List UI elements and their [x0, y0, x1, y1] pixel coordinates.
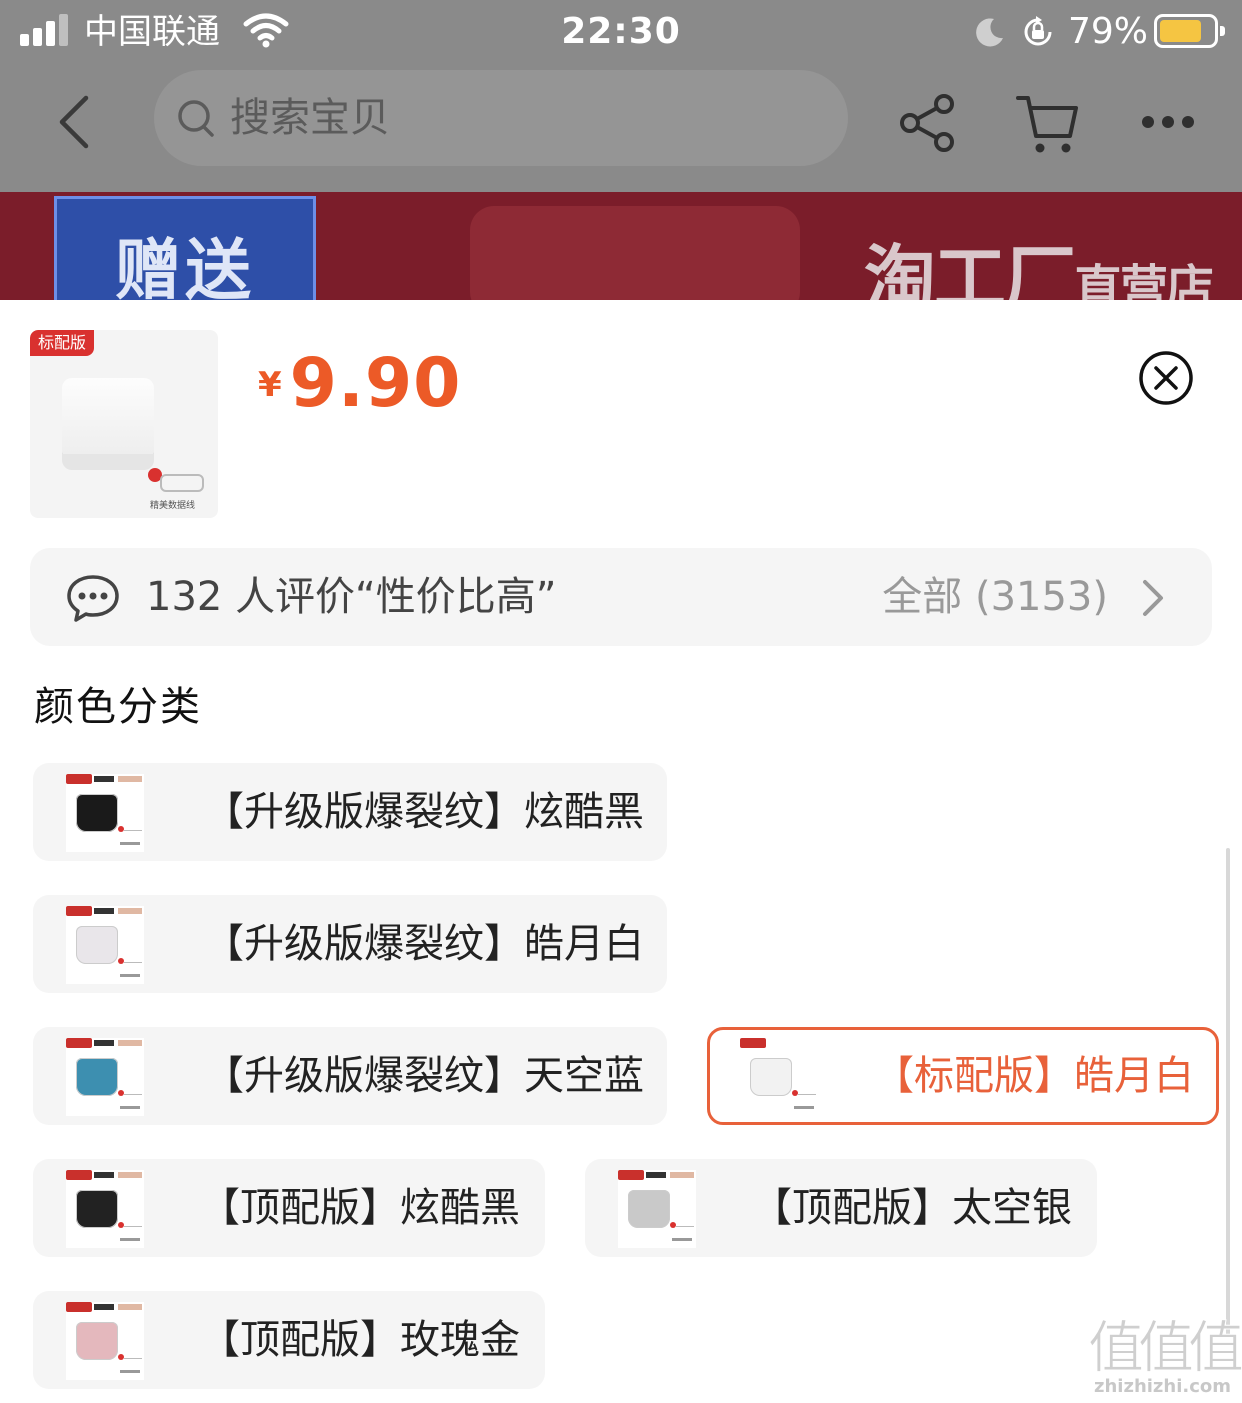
sku-option-label: 【顶配版】玫瑰金: [200, 1317, 520, 1363]
currency-symbol: ¥: [258, 365, 282, 405]
sku-option-image: [66, 1038, 144, 1116]
sku-option-selected[interactable]: 【标配版】皓月白: [707, 1027, 1219, 1125]
scrollbar[interactable]: [1226, 848, 1230, 1338]
sku-option-label: 【升级版爆裂纹】皓月白: [204, 921, 644, 967]
search-input[interactable]: [230, 86, 790, 150]
sku-option-label: 【升级版爆裂纹】炫酷黑: [204, 789, 644, 835]
sku-option[interactable]: 【升级版爆裂纹】天空蓝: [33, 1027, 667, 1125]
sku-option-label: 【顶配版】炫酷黑: [200, 1185, 520, 1231]
speaker-image: [62, 378, 154, 464]
shop-name-main: 淘工厂: [864, 237, 1076, 300]
chevron-right-icon[interactable]: [1140, 578, 1166, 618]
banner-decoration: [470, 206, 800, 300]
product-thumbnail[interactable]: 标配版 精美数据线: [30, 330, 218, 518]
review-summary[interactable]: 132 人评价“性价比高” 全部 (3153): [30, 548, 1212, 646]
navigation-bar: [0, 64, 1242, 192]
shop-banner[interactable]: 赠送 淘工厂直营店: [0, 192, 1242, 300]
cable-image: [160, 474, 204, 492]
sku-option-image: [66, 1302, 144, 1380]
cart-icon[interactable]: [1014, 92, 1080, 156]
moon-icon: [976, 18, 1003, 47]
sku-option[interactable]: 【顶配版】玫瑰金: [33, 1291, 545, 1389]
search-icon: [178, 100, 214, 137]
dimmed-background[interactable]: 中国联通 22:30 79% 搜索宝贝 赠送 淘工厂直营店: [0, 0, 1242, 300]
battery-icon: [1154, 14, 1225, 48]
comment-icon: [67, 575, 119, 622]
sku-option-image: [66, 774, 144, 852]
price: ¥9.90: [258, 344, 461, 423]
watermark-logo: 值值值: [1088, 1316, 1242, 1381]
close-icon[interactable]: [1138, 350, 1194, 406]
speaker-base: [62, 454, 154, 470]
status-bar: 中国联通 22:30 79%: [0, 0, 1242, 64]
battery-percent: 79%: [1068, 11, 1149, 52]
back-icon[interactable]: [50, 92, 100, 152]
search-bar[interactable]: [154, 70, 848, 166]
sku-selection-sheet: 标配版 精美数据线 ¥9.90 132 人评价“性价比高” 全部 (3153) …: [0, 300, 1242, 1403]
sku-option[interactable]: 【顶配版】炫酷黑: [33, 1159, 545, 1257]
shop-name-suffix: 直营店: [1074, 260, 1214, 300]
price-amount: 9.90: [289, 344, 462, 423]
sku-option-image: [618, 1170, 696, 1248]
thumb-tag: 标配版: [30, 330, 95, 356]
sku-option[interactable]: 【顶配版】太空银: [585, 1159, 1097, 1257]
shop-name: 淘工厂直营店: [864, 220, 1214, 300]
share-icon[interactable]: [898, 92, 958, 154]
review-text: 132 人评价“性价比高”: [146, 574, 557, 620]
sku-option-label: 【升级版爆裂纹】天空蓝: [204, 1053, 644, 1099]
gift-text: 赠送: [115, 232, 255, 300]
more-icon[interactable]: [1138, 112, 1198, 132]
review-all-count[interactable]: 全部 (3153): [882, 572, 1108, 622]
sku-option-image: [740, 1038, 818, 1116]
sku-option-image: [66, 1170, 144, 1248]
color-category-title: 颜色分类: [34, 684, 202, 730]
watermark-url: zhizhizhi.com: [1094, 1376, 1232, 1397]
rotation-lock-icon: [1024, 16, 1052, 46]
sku-option[interactable]: 【升级版爆裂纹】炫酷黑: [33, 763, 667, 861]
sku-option-label: 【顶配版】太空银: [752, 1185, 1072, 1231]
sku-option-image: [66, 906, 144, 984]
thumb-caption: 精美数据线: [150, 501, 196, 511]
sku-option[interactable]: 【升级版爆裂纹】皓月白: [33, 895, 667, 993]
gift-panel: 赠送: [54, 196, 316, 300]
watermark: 值值值 zhizhizhi.com: [1088, 1316, 1242, 1398]
sku-option-label: 【标配版】皓月白: [874, 1053, 1194, 1099]
